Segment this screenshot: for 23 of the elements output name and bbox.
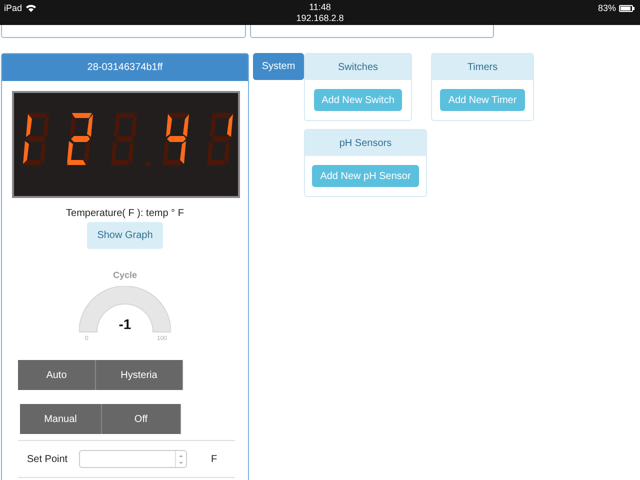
gauge-value: -1: [118, 316, 132, 332]
show-graph-button[interactable]: Show Graph: [87, 222, 163, 249]
mode-button[interactable]: Off: [102, 404, 181, 434]
card-header: Switches: [305, 54, 411, 80]
clock-time: 11:48: [309, 2, 331, 12]
stepper-icon[interactable]: [175, 451, 186, 467]
system-tab[interactable]: System: [253, 53, 304, 80]
card-header: Timers: [432, 54, 533, 80]
battery-percent: 83%: [598, 3, 616, 13]
device-name: iPad: [4, 3, 22, 13]
set-point-label: Set Point: [27, 454, 69, 464]
mode-button[interactable]: Auto: [18, 360, 96, 390]
unit-label: F: [211, 454, 218, 464]
page-address: 192.168.2.8: [296, 13, 344, 23]
set-point-field[interactable]: [79, 450, 187, 468]
gauge-title: Cycle: [112, 270, 138, 280]
temperature-label: Temperature( F ): temp ° F: [65, 208, 185, 219]
card-header: pH Sensors: [305, 130, 426, 156]
mode-button[interactable]: Manual: [20, 404, 102, 434]
wifi-icon: [26, 4, 36, 12]
mode-button[interactable]: Hysteria: [96, 360, 183, 390]
battery-icon: [619, 4, 635, 12]
panel-header: 28-03146374b1ff: [2, 54, 248, 81]
